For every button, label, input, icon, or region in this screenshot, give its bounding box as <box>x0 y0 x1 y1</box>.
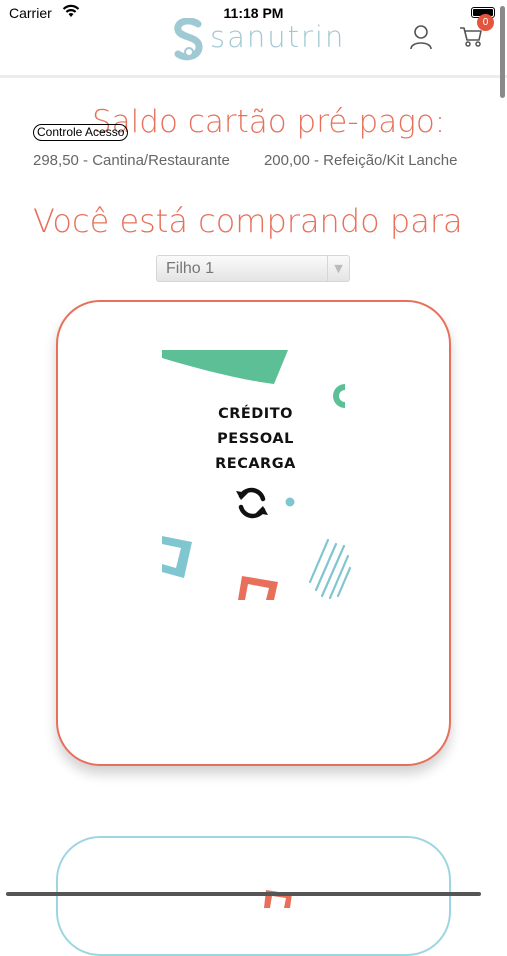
card-line-2: PESSOAL <box>217 431 294 447</box>
balance-refeicao: 200,00 - Refeição/Kit Lanche <box>263 152 458 169</box>
refresh-icon <box>236 487 268 519</box>
child-select[interactable]: Filho 1 ▼ <box>156 255 350 282</box>
access-control-button[interactable]: Controle Acesso <box>33 124 129 141</box>
purchase-heading: Você está comprando para <box>33 202 463 240</box>
product-card-2[interactable] <box>56 836 451 956</box>
logo-s-icon <box>174 18 203 61</box>
brand-name: sanutrin <box>210 20 346 54</box>
chevron-down-icon: ▼ <box>327 256 349 281</box>
card-decoration <box>264 890 292 908</box>
home-indicator <box>6 892 481 896</box>
balance-cantina: 298,50 - Cantina/Restaurante <box>33 152 230 169</box>
card-line-3: RECARGA <box>215 456 296 472</box>
card-line-1: CRÉDITO <box>218 406 293 422</box>
scrollbar[interactable] <box>500 6 505 98</box>
child-select-value: Filho 1 <box>166 260 215 277</box>
cart-icon[interactable] <box>459 26 483 48</box>
balance-title: Saldo cartão pré-pago: <box>92 104 446 140</box>
product-card-credit-recharge[interactable]: CRÉDITO PESSOAL RECARGA <box>56 300 451 766</box>
user-account-icon[interactable] <box>409 24 433 50</box>
clock: 11:18 PM <box>223 5 284 21</box>
cart-count-badge: 0 <box>477 14 494 31</box>
balance-list: 298,50 - Cantina/Restaurante 200,00 - Re… <box>33 152 507 169</box>
